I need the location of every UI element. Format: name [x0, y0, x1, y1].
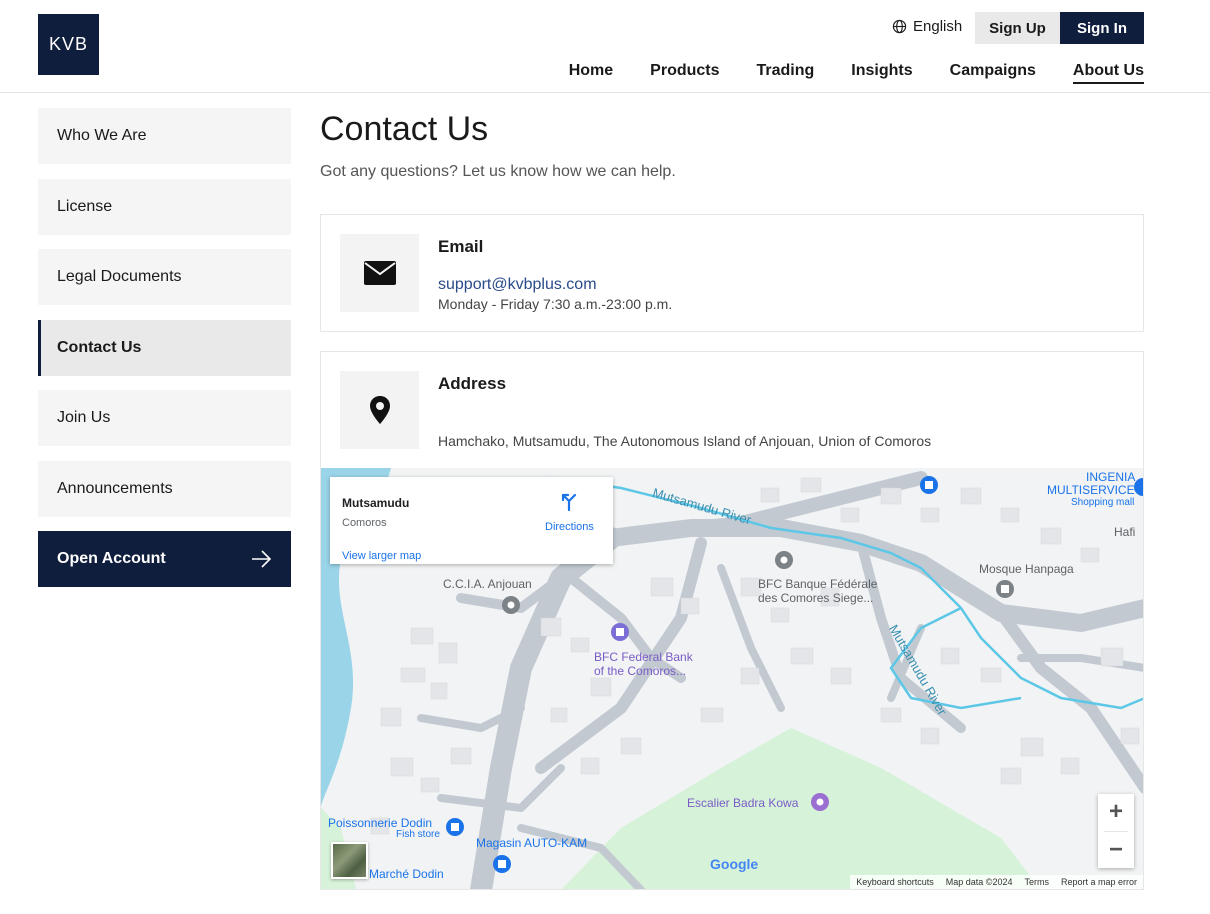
report-map-error-link[interactable]: Report a map error [1061, 877, 1137, 887]
page-subtitle: Got any questions? Let us know how we ca… [320, 163, 676, 180]
google-logo: Google [710, 856, 758, 872]
support-hours: Monday - Friday 7:30 a.m.-23:00 p.m. [438, 296, 673, 312]
nav-products[interactable]: Products [650, 62, 719, 84]
keyboard-shortcuts-link[interactable]: Keyboard shortcuts [856, 877, 934, 887]
envelope-icon [363, 261, 396, 285]
language-label: English [913, 18, 963, 35]
place-country: Comoros [342, 517, 387, 529]
map-label-ingenia-3: Shopping mall [1071, 497, 1135, 508]
map-footer: Keyboard shortcuts Map data ©2024 Terms … [850, 875, 1143, 889]
place-name: Mutsamudu [342, 496, 410, 510]
arrow-right-icon [252, 550, 272, 568]
address-text: Hamchako, Mutsamudu, The Autonomous Isla… [438, 433, 932, 449]
map-label-ccia[interactable]: C.C.I.A. Anjouan [443, 577, 532, 591]
satellite-toggle[interactable] [331, 842, 368, 879]
map-place-card: Mutsamudu Comoros View larger map Direct… [330, 477, 613, 564]
sign-in-button[interactable]: Sign In [1060, 12, 1144, 44]
map-label-escalier[interactable]: Escalier Badra Kowa [687, 796, 798, 810]
page-title: Contact Us [320, 110, 489, 148]
map-label-poissonnerie-1[interactable]: Poissonnerie Dodin [328, 816, 432, 830]
email-icon-box [340, 234, 419, 312]
nav-campaigns[interactable]: Campaigns [950, 62, 1036, 84]
directions-link[interactable]: Directions [545, 521, 594, 533]
embedded-map[interactable]: C.C.I.A. Anjouan BFC Banque Fédérale des… [320, 468, 1144, 890]
email-title: Email [438, 237, 484, 256]
sidebar-item-who-we-are[interactable]: Who We Are [38, 108, 291, 164]
map-label-hafi[interactable]: Hafi [1114, 525, 1135, 539]
map-label-mosque[interactable]: Mosque Hanpaga [979, 562, 1074, 576]
globe-icon [892, 19, 907, 34]
open-account-button[interactable]: Open Account [38, 531, 291, 587]
google-logo-text: Google [710, 856, 759, 872]
terms-link[interactable]: Terms [1024, 877, 1049, 887]
address-title: Address [438, 374, 507, 393]
map-label-marche[interactable]: Marché Dodin [369, 867, 444, 881]
map-label-ingenia-1[interactable]: INGENIA [1086, 470, 1135, 484]
map-label-bfc-bank-2[interactable]: of the Comoros... [594, 664, 686, 678]
view-larger-map-link[interactable]: View larger map [342, 550, 421, 562]
kvb-logo[interactable]: KVB [38, 14, 99, 75]
map-label-bfc-siege-1[interactable]: BFC Banque Fédérale [758, 577, 877, 591]
open-account-label: Open Account [57, 550, 166, 567]
about-sidebar: Who We Are License Legal Documents Conta… [38, 108, 291, 587]
nav-about-us[interactable]: About Us [1072, 62, 1144, 84]
nav-insights[interactable]: Insights [851, 62, 912, 84]
map-data-attribution: Map data ©2024 [945, 877, 1013, 887]
sidebar-item-announcements[interactable]: Announcements [38, 460, 291, 517]
language-selector[interactable]: English [892, 18, 962, 35]
sidebar-item-license[interactable]: License [38, 178, 291, 235]
main-nav: Home Products Trading Insights Campaigns… [532, 62, 1144, 84]
sign-up-button[interactable]: Sign Up [975, 12, 1060, 44]
map-label-bfc-siege-2[interactable]: des Comores Siege... [758, 591, 873, 605]
site-header: KVB English Sign Up Sign In Home Product… [0, 0, 1210, 93]
map-zoom-control: + − [1098, 794, 1134, 868]
support-email-link[interactable]: support@kvbplus.com [438, 276, 597, 294]
address-card: Address Hamchako, Mutsamudu, The Autonom… [320, 351, 1144, 468]
map-label-poissonnerie-2: Fish store [396, 829, 440, 840]
directions-icon[interactable] [559, 491, 579, 511]
zoom-out-button[interactable]: − [1098, 832, 1134, 868]
nav-trading[interactable]: Trading [757, 62, 815, 84]
map-label-bfc-bank-1[interactable]: BFC Federal Bank [594, 650, 693, 664]
sidebar-item-legal-documents[interactable]: Legal Documents [38, 249, 291, 305]
location-pin-icon [369, 396, 390, 424]
email-card: Email support@kvbplus.com Monday - Frida… [320, 214, 1144, 332]
zoom-in-button[interactable]: + [1098, 794, 1134, 830]
map-label-magasin[interactable]: Magasin AUTO-KAM [476, 836, 587, 850]
sidebar-item-contact-us[interactable]: Contact Us [38, 319, 291, 376]
address-icon-box [340, 371, 419, 449]
sidebar-item-join-us[interactable]: Join Us [38, 390, 291, 446]
nav-home[interactable]: Home [569, 62, 613, 84]
map-label-ingenia-2[interactable]: MULTISERVICE [1047, 483, 1135, 497]
